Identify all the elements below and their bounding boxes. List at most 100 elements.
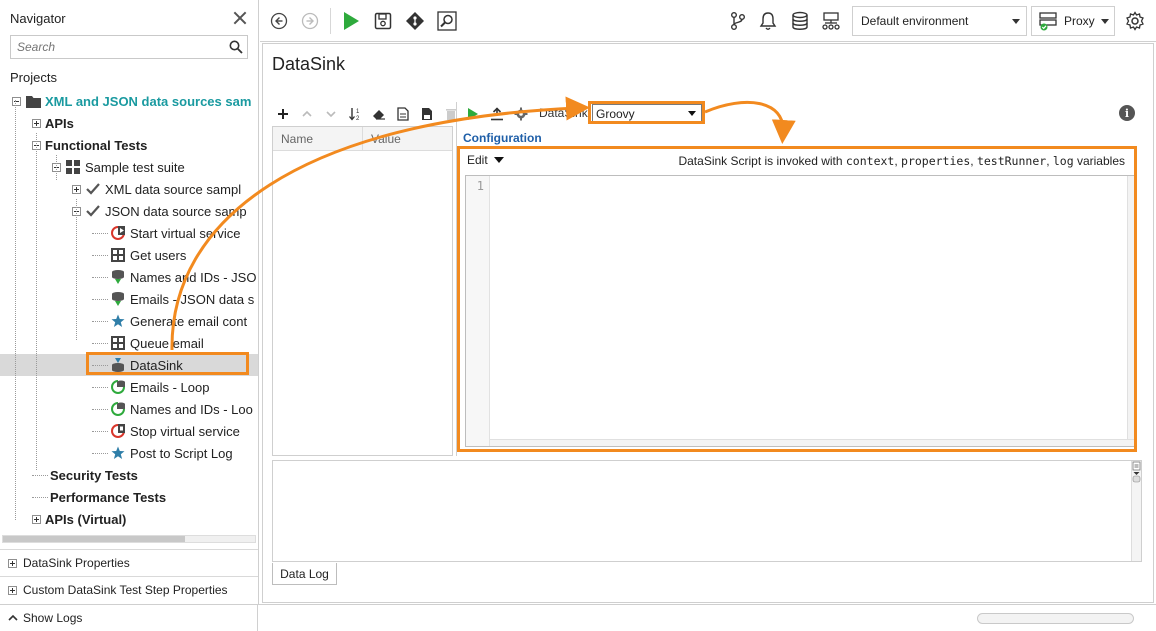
star-icon [110,313,126,329]
hint-prefix: DataSink Script is invoked with [678,154,846,168]
data-log-panel [272,460,1142,562]
tree-item[interactable]: Start virtual service [0,222,258,244]
tree-item-label: JSON data source samp [105,203,247,219]
proxy-button[interactable]: Proxy [1031,6,1115,36]
editor-vertical-scrollbar[interactable] [1127,176,1135,446]
log-scrollbar[interactable] [1131,461,1141,561]
tree-item[interactable]: XML data source sampl [0,178,258,200]
tree-item[interactable]: Queue email [0,332,258,354]
custom-properties-section[interactable]: Custom DataSink Test Step Properties [0,576,258,603]
endpoint-explorer-button[interactable] [436,10,458,32]
tree-item[interactable]: APIs [0,112,258,134]
tree-item-label: Emails - JSON data s [130,291,255,307]
export-button[interactable] [487,104,507,124]
settings-button[interactable] [1124,10,1146,32]
tree-item[interactable]: Performance Tests [0,486,258,508]
hint-var-log: log [1052,154,1074,168]
integrations-button[interactable] [820,10,842,32]
table-header: Name Value [273,127,452,151]
edit-menu-button[interactable]: Edit [467,153,504,167]
line-gutter: 1 [466,176,490,446]
tab-data-log[interactable]: Data Log [272,563,337,585]
script-editor[interactable]: 1 [465,175,1136,447]
section-label: DataSink Properties [23,556,130,570]
expand-icon[interactable] [72,184,81,194]
move-down-button[interactable] [321,104,341,124]
tree-item[interactable]: Sample test suite [0,156,258,178]
tree-item-label: Generate email cont [130,313,248,329]
tree-item[interactable]: Get users [0,244,258,266]
file-icon [397,107,409,121]
search-icon[interactable] [225,36,247,58]
clear-button[interactable] [369,104,389,124]
tree-item[interactable]: Stop virtual service [0,420,258,442]
scroll-handle-icon[interactable] [1132,461,1141,483]
save-button[interactable] [372,10,394,32]
close-icon[interactable] [232,10,248,26]
editor-horizontal-scrollbar[interactable] [490,439,1135,446]
branch-button[interactable] [727,10,749,32]
datasink-properties-section[interactable]: DataSink Properties [0,549,258,576]
tree-item[interactable]: Post to Script Log [0,442,258,464]
tree-item[interactable]: Security Tests [0,464,258,486]
database-button[interactable] [789,10,811,32]
expand-icon[interactable] [32,118,41,128]
tree-item[interactable]: Emails - Loop [0,376,258,398]
load-button[interactable] [393,104,413,124]
save-properties-button[interactable] [417,104,437,124]
tree-item[interactable]: XML and JSON data sources sam [0,90,258,112]
expand-icon[interactable] [32,514,41,524]
request-icon [110,335,126,351]
projects-label: Projects [10,70,57,85]
column-header-value[interactable]: Value [363,127,401,150]
expand-icon[interactable] [8,558,17,568]
collapse-icon[interactable] [12,96,21,106]
add-property-button[interactable] [273,104,293,124]
environment-select[interactable]: Default environment [852,6,1027,36]
column-header-name[interactable]: Name [273,127,363,150]
datasource-icon [110,269,126,285]
delete-button[interactable] [441,104,461,124]
scrollbar-thumb[interactable] [3,536,185,542]
info-icon[interactable]: i [1119,105,1135,121]
properties-table: Name Value [272,126,453,456]
search-input[interactable] [11,36,225,58]
splitter[interactable] [456,102,457,456]
tree-item[interactable]: Emails - JSON data s [0,288,258,310]
datasink-settings-button[interactable] [511,104,531,124]
navigator-scrollbar[interactable] [2,535,256,543]
tree-item-label: Get users [130,247,187,263]
tree-item-label: Start virtual service [130,225,241,241]
sort-button[interactable]: 12 [345,104,365,124]
show-logs-button[interactable]: Show Logs [0,605,258,631]
star-icon [110,445,126,461]
datasink-type-select[interactable]: Groovy [592,104,702,123]
expand-icon[interactable] [8,585,17,595]
tree-item[interactable]: APIs (Virtual) [0,508,258,530]
svg-text:2: 2 [356,116,360,121]
forward-button[interactable] [299,10,321,32]
tree-item-label: Names and IDs - Loo [130,401,253,417]
chevron-down-icon [326,111,336,118]
tree-item[interactable]: Generate email cont [0,310,258,332]
tree-item[interactable]: Names and IDs - JSO [0,266,258,288]
run-button[interactable] [340,10,362,32]
tree-item[interactable]: JSON data source samp [0,200,258,222]
tree-item[interactable]: Functional Tests [0,134,258,156]
tree-item[interactable]: DataSink [0,354,258,376]
back-icon [270,12,288,30]
notifications-button[interactable] [757,10,779,32]
status-scroll[interactable] [977,613,1134,624]
git-icon [406,12,424,30]
run-datasink-button[interactable] [463,104,483,124]
back-button[interactable] [268,10,290,32]
datasink-icon [110,357,126,373]
environment-value: Default environment [861,14,969,28]
save-icon [374,12,392,30]
move-up-button[interactable] [297,104,317,124]
virt-stop-icon [110,423,126,439]
tree-item-label: XML and JSON data sources sam [45,93,252,109]
play-icon [344,12,359,30]
git-button[interactable] [404,10,426,32]
tree-item[interactable]: Names and IDs - Loo [0,398,258,420]
